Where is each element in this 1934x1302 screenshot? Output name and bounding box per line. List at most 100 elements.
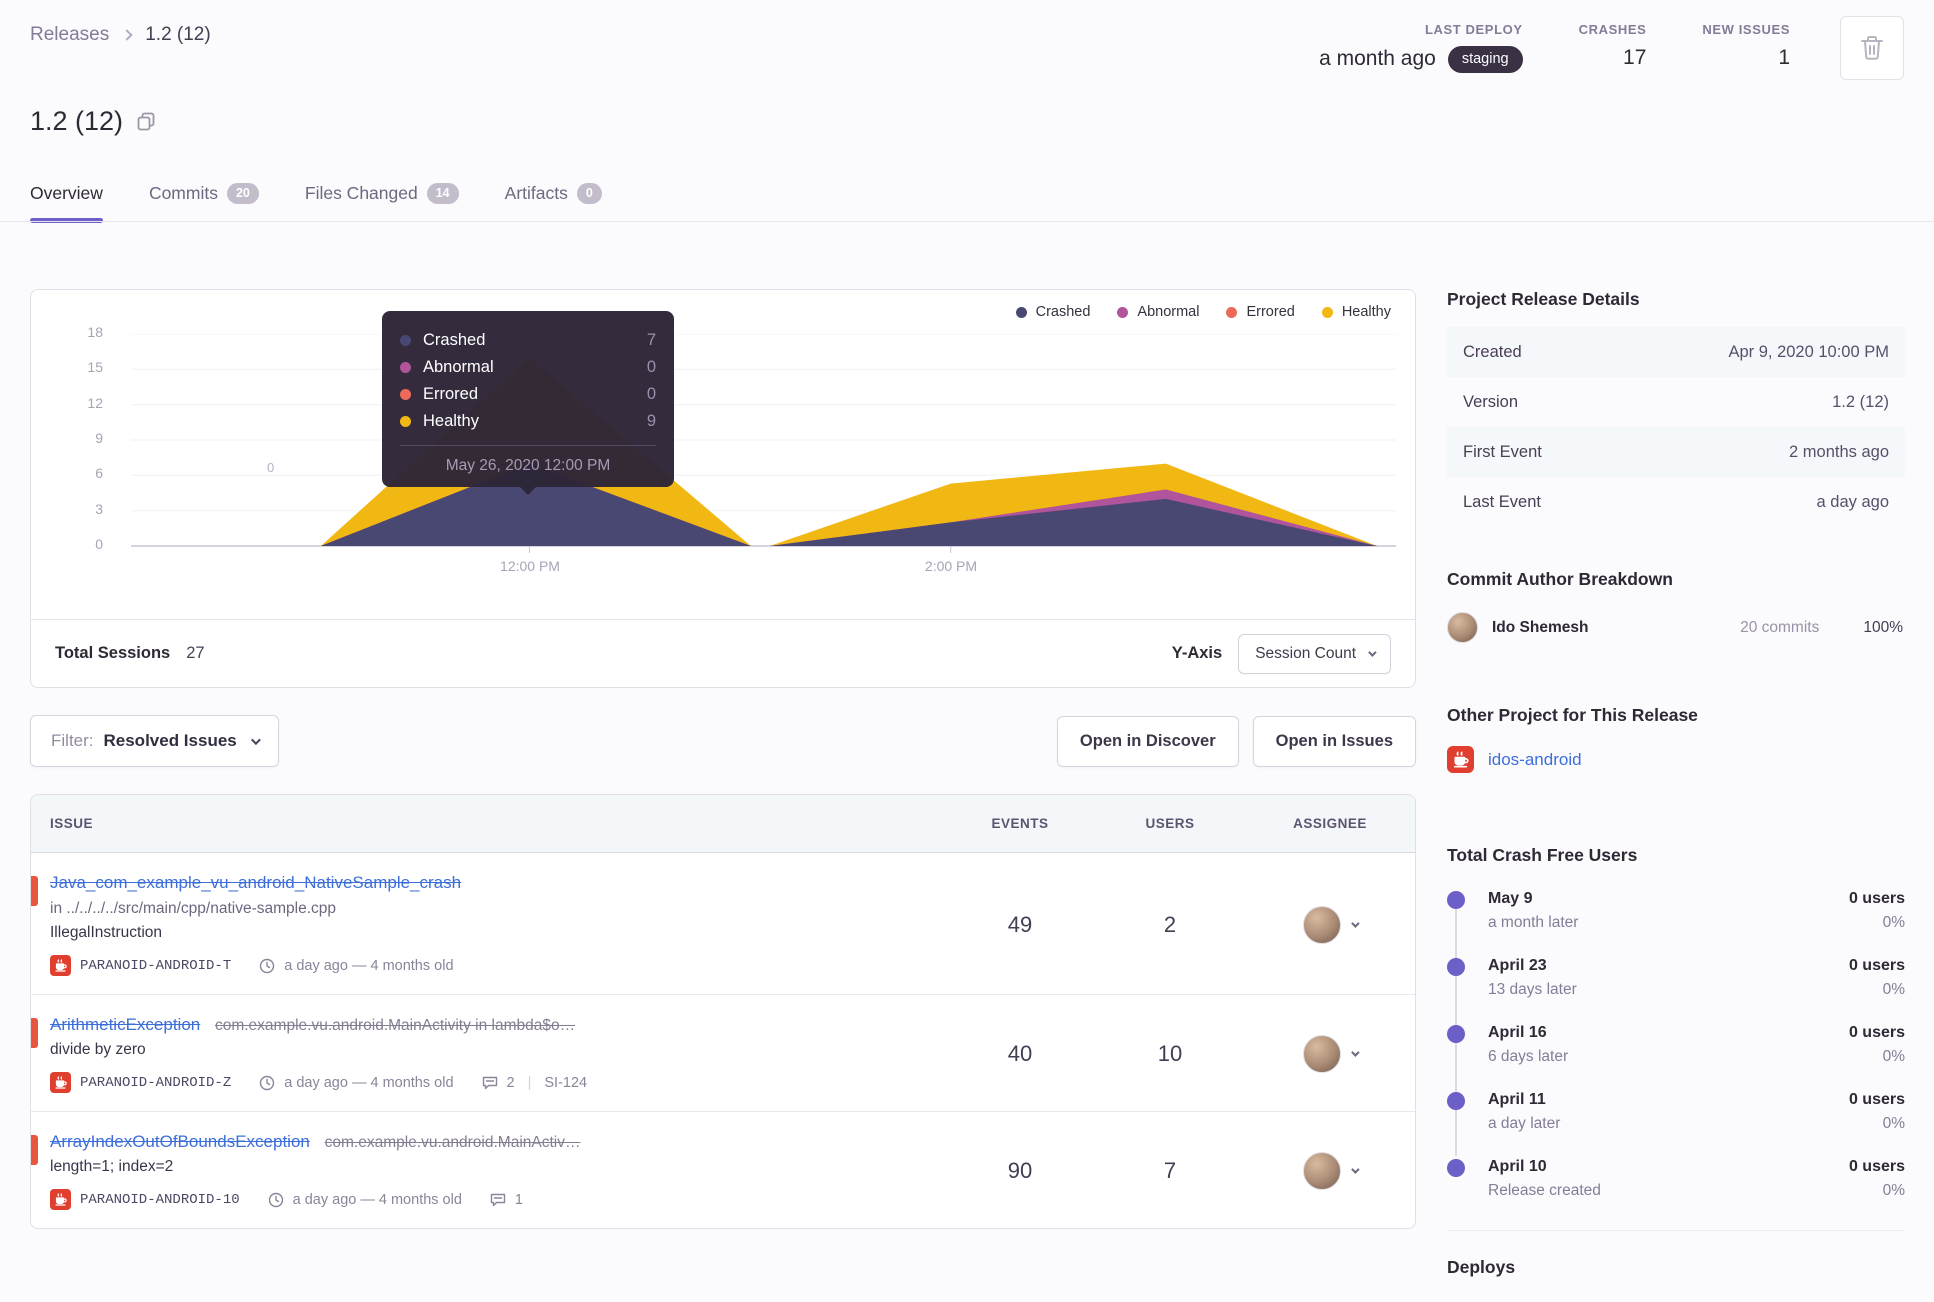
issue-message: length=1; index=2	[50, 1158, 174, 1175]
artifacts-count-badge: 0	[576, 183, 602, 204]
issue-users-count: 2	[1163, 911, 1177, 937]
assignee-avatar[interactable]	[1303, 905, 1341, 944]
comments-icon	[490, 1193, 506, 1207]
timeline-dot-icon	[1447, 958, 1465, 976]
main-content: Crashed Abnormal Errored Healthy 18 15 1…	[30, 289, 1416, 1229]
list-item: April 16 0 users 6 days later 0%	[1447, 1024, 1905, 1066]
author-name: Ido Shemesh	[1492, 618, 1589, 636]
java-project-icon	[50, 1072, 71, 1093]
crashes-label: CRASHES	[1578, 22, 1647, 37]
issues-table-header: ISSUE EVENTS USERS ASSIGNEE	[31, 795, 1415, 853]
other-project-link[interactable]: idos-android	[1488, 750, 1582, 770]
tooltip-row-errored: Errored 0	[400, 381, 656, 408]
tooltip-timestamp: May 26, 2020 12:00 PM	[400, 445, 656, 475]
release-header: 1.2 (12)	[30, 106, 156, 137]
issue-events-count: 49	[1007, 911, 1033, 937]
issue-age: a day ago — 4 months old	[284, 1074, 454, 1091]
timeline-dot-icon	[1447, 1092, 1465, 1110]
issue-users-count: 7	[1163, 1158, 1177, 1183]
sessions-chart-card: Crashed Abnormal Errored Healthy 18 15 1…	[30, 289, 1416, 688]
issue-events-count: 90	[1007, 1158, 1033, 1183]
tabs-divider	[0, 221, 1934, 222]
tab-files-changed[interactable]: Files Changed 14	[305, 183, 459, 221]
column-users: USERS	[1145, 816, 1195, 831]
issue-comments-count: 1	[514, 1191, 523, 1208]
crashed-dot-icon	[1015, 306, 1027, 318]
assignee-avatar[interactable]	[1303, 1152, 1341, 1190]
abnormal-dot-icon	[1117, 306, 1129, 318]
tab-commits[interactable]: Commits 20	[149, 183, 259, 221]
comments-icon	[482, 1076, 497, 1090]
legend-item-abnormal[interactable]: Abnormal	[1117, 304, 1199, 320]
column-assignee: ASSIGNEE	[1293, 816, 1367, 831]
chart-footer: Total Sessions 27 Y-Axis Session Count	[31, 619, 1415, 687]
list-item: May 9 0 users a month later 0%	[1447, 890, 1905, 932]
author-commit-count: 20 commits	[1740, 618, 1820, 636]
assignee-avatar[interactable]	[1303, 1035, 1341, 1073]
issue-events-count: 40	[1007, 1041, 1033, 1066]
legend-item-healthy[interactable]: Healthy	[1321, 304, 1391, 320]
yaxis-select[interactable]: Session Count	[1238, 633, 1391, 674]
assignee-dropdown-icon[interactable]	[1351, 918, 1360, 928]
delete-release-button[interactable]	[1840, 16, 1904, 80]
issue-age: a day ago — 4 months old	[292, 1191, 462, 1208]
copy-version-button[interactable]	[137, 112, 156, 131]
sessions-chart-svg[interactable]	[131, 334, 1396, 556]
issue-culprit: com.example.vu.android.MainActiv…	[324, 1134, 581, 1151]
chevron-right-icon	[121, 29, 133, 41]
project-badge[interactable]: PARANOID-ANDROID-T	[80, 958, 231, 974]
other-project-row: idos-android	[1447, 746, 1905, 773]
open-in-discover-button[interactable]: Open in Discover	[1056, 715, 1239, 767]
error-level-indicator	[31, 876, 38, 906]
list-item: April 11 0 users a day later 0%	[1447, 1091, 1905, 1133]
errored-dot-icon	[1226, 306, 1238, 318]
issue-title-link[interactable]: ArithmeticException	[50, 1015, 200, 1034]
issue-title-link[interactable]: ArrayIndexOutOfBoundsException	[50, 1132, 310, 1151]
chevron-down-icon	[250, 734, 261, 745]
error-level-indicator	[31, 1135, 38, 1165]
trash-icon	[1861, 36, 1883, 60]
tab-artifacts[interactable]: Artifacts 0	[505, 183, 602, 221]
deploys-title: Deploys	[1447, 1257, 1516, 1277]
issue-users-count: 10	[1157, 1041, 1183, 1066]
legend-item-crashed[interactable]: Crashed	[1015, 304, 1090, 320]
tab-overview[interactable]: Overview	[30, 183, 103, 223]
timeline-dot-icon	[1447, 891, 1465, 909]
detail-row-created: Created Apr 9, 2020 10:00 PM	[1447, 327, 1905, 377]
header-stats: LAST DEPLOY a month ago staging CRASHES …	[1263, 16, 1904, 80]
assignee-dropdown-icon[interactable]	[1351, 1048, 1360, 1057]
list-item: April 23 0 users 13 days later 0%	[1447, 957, 1905, 999]
open-in-issues-button[interactable]: Open in Issues	[1252, 715, 1416, 767]
issue-title-link[interactable]: Java_com_example_vu_android_NativeSample…	[50, 873, 461, 892]
commit-author-row: Ido Shemesh 20 commits 100%	[1447, 612, 1905, 643]
issues-table: ISSUE EVENTS USERS ASSIGNEE Java_com_exa…	[30, 794, 1416, 1229]
issue-culprit: com.example.vu.android.MainActivity in l…	[214, 1017, 576, 1034]
crash-free-title: Total Crash Free Users	[1447, 845, 1638, 865]
java-project-icon	[1447, 746, 1474, 773]
error-level-indicator	[31, 1018, 38, 1048]
timeline-dot-icon	[1447, 1025, 1465, 1043]
assignee-dropdown-icon[interactable]	[1351, 1165, 1360, 1174]
clock-icon	[268, 1192, 283, 1207]
breadcrumb-releases-link[interactable]: Releases	[30, 24, 109, 46]
author-avatar	[1447, 612, 1478, 643]
sidebar-divider	[1447, 1230, 1905, 1231]
clock-icon	[260, 958, 275, 973]
tooltip-row-abnormal: Abnormal 0	[400, 354, 656, 381]
column-events: EVENTS	[991, 816, 1049, 831]
issue-message: divide by zero	[50, 1041, 146, 1058]
issue-short-id: SI-124	[544, 1074, 588, 1091]
issues-filter-select[interactable]: Filter: Resolved Issues	[30, 715, 279, 767]
crashes-value: 17	[1623, 46, 1647, 69]
release-details-title: Project Release Details	[1447, 289, 1640, 309]
issue-message: IllegalInstruction	[50, 924, 163, 941]
project-badge[interactable]: PARANOID-ANDROID-Z	[80, 1075, 231, 1091]
release-details-table: Created Apr 9, 2020 10:00 PM Version 1.2…	[1447, 327, 1905, 527]
abnormal-dot-icon	[400, 362, 411, 373]
project-badge[interactable]: PARANOID-ANDROID-10	[80, 1192, 240, 1208]
detail-row-version: Version 1.2 (12)	[1463, 392, 1889, 411]
page-title: 1.2 (12)	[30, 106, 124, 136]
legend-item-errored[interactable]: Errored	[1226, 304, 1295, 320]
chart-ghost-label: 0	[267, 460, 275, 475]
issue-age: a day ago — 4 months old	[284, 957, 454, 974]
